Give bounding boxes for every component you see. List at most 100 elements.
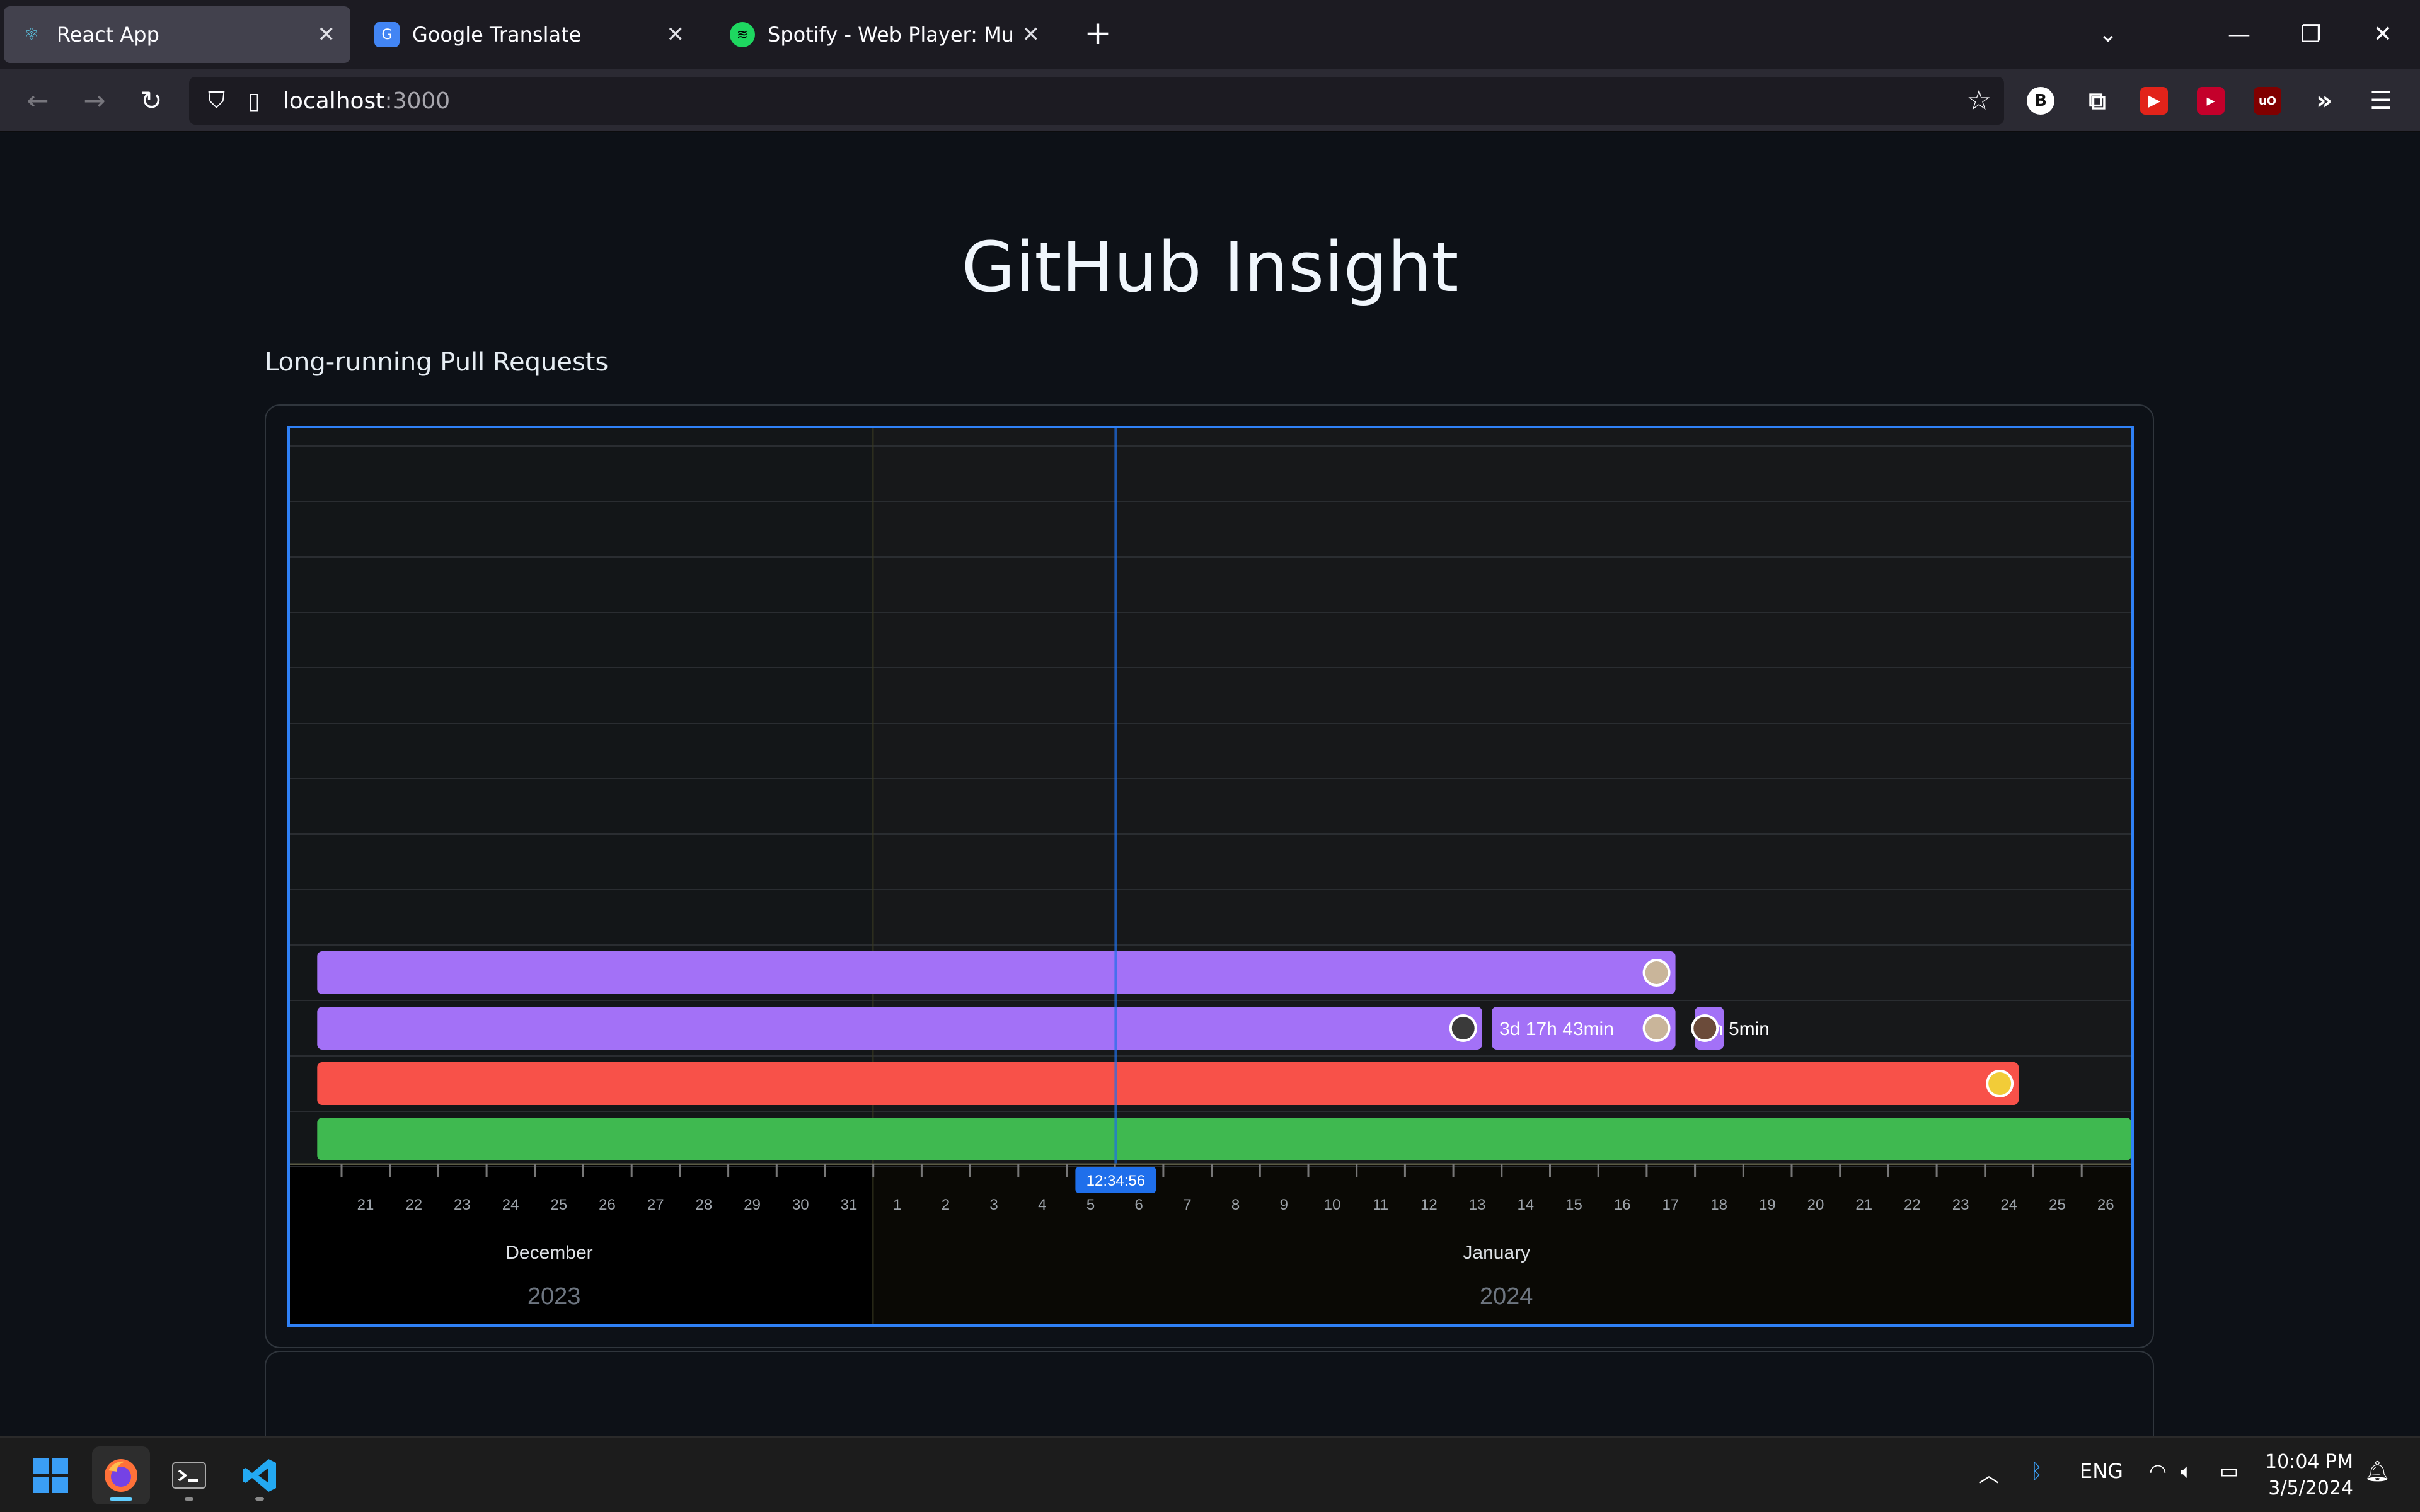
day-label-28: 18	[1710, 1196, 1727, 1213]
pr-bar-pr-6[interactable]	[317, 1118, 2131, 1160]
day-label-14: 4	[1038, 1196, 1046, 1213]
windows-taskbar: ︿ ᛒ ENG ◠ 🔈︎ ▭ 10:04 PM 3/5/2024 🔔︎	[0, 1436, 2420, 1512]
spotify-icon: ≋	[730, 22, 755, 47]
language-indicator[interactable]: ENG	[2080, 1459, 2123, 1483]
extension-b-icon[interactable]: B	[2027, 87, 2054, 115]
system-clock[interactable]: 10:04 PM 3/5/2024	[2265, 1449, 2353, 1502]
url-host: localhost	[282, 88, 385, 114]
day-label-17: 7	[1183, 1196, 1191, 1213]
day-label-19: 9	[1280, 1196, 1288, 1213]
browser-nav-bar: ← → ↻ ⛉ ▯ localhost:3000 ☆ B ⧉ ▶ ▸ uO » …	[0, 69, 2420, 132]
tab-label: Google Translate	[412, 23, 582, 47]
day-label-6: 27	[647, 1196, 664, 1213]
month-label: December	[505, 1242, 592, 1263]
notification-bell-icon[interactable]: 🔔︎	[2365, 1459, 2390, 1483]
react-icon: ⚛	[24, 25, 39, 44]
tab-label: React App	[57, 23, 159, 47]
pr-timeline[interactable]: 3d 17h 43min 3h 5min 21 22 23 24 25 26 27 28 29 30 3…	[287, 426, 2134, 1327]
firefox-icon[interactable]	[92, 1446, 150, 1504]
day-label-1: 22	[405, 1196, 422, 1213]
year-label: 2023	[527, 1283, 581, 1310]
wifi-icon[interactable]: ◠	[2149, 1459, 2167, 1483]
back-button[interactable]: ←	[19, 82, 57, 120]
close-tab-icon[interactable]: ✕	[667, 22, 685, 47]
windows-start-icon[interactable]	[21, 1446, 79, 1504]
restore-button[interactable]: ❐	[2289, 13, 2333, 57]
shield-icon[interactable]: ⛉	[208, 88, 225, 114]
bluetooth-icon[interactable]: ᛒ	[2031, 1459, 2043, 1483]
day-label-10: 31	[841, 1196, 858, 1213]
day-label-25: 15	[1565, 1196, 1582, 1213]
tab-google-translate[interactable]: G Google Translate ✕	[359, 6, 700, 63]
timeline-chart[interactable]: 3d 17h 43min 3h 5min21 22 23 24 25 26 27 28 29 30 3…	[290, 428, 2131, 1324]
day-label-12: 2	[942, 1196, 950, 1213]
day-label-4: 25	[550, 1196, 567, 1213]
day-label-24: 14	[1517, 1196, 1534, 1213]
avatar-yellow[interactable]	[1988, 1072, 2012, 1095]
google-translate-icon: G	[374, 22, 400, 47]
more-tools-icon[interactable]: »	[2310, 86, 2338, 115]
day-label-33: 23	[1952, 1196, 1969, 1213]
day-label-30: 20	[1807, 1196, 1824, 1213]
day-label-16: 6	[1135, 1196, 1143, 1213]
day-label-21: 11	[1373, 1196, 1388, 1213]
day-label-27: 17	[1662, 1196, 1680, 1213]
day-label-35: 25	[2049, 1196, 2066, 1213]
list-all-tabs-icon[interactable]: ⌄	[2086, 13, 2130, 57]
youtube-extension-icon[interactable]: ▶	[2140, 87, 2168, 115]
plot-bg-january	[873, 428, 2131, 1164]
avatar-man-dark[interactable]	[1451, 1017, 1475, 1040]
day-label-34: 24	[2000, 1196, 2017, 1213]
terminal-icon[interactable]	[160, 1446, 218, 1504]
pr-duration-label: 3d 17h 43min	[1499, 1019, 1614, 1040]
year-label: 2024	[1480, 1283, 1533, 1310]
vscode-icon[interactable]	[231, 1446, 289, 1504]
pr-bar-pr-1[interactable]	[317, 951, 1676, 994]
avatar-small[interactable]	[1693, 1017, 1717, 1040]
day-label-20: 10	[1324, 1196, 1341, 1213]
browser-tab-bar: ⚛ React App ✕ G Google Translate ✕ ≋ Spo…	[0, 0, 2420, 69]
url-port: :3000	[384, 88, 451, 114]
close-tab-icon[interactable]: ✕	[318, 22, 336, 47]
volume-icon[interactable]: 🔈︎	[2181, 1459, 2192, 1484]
day-label-32: 22	[1904, 1196, 1921, 1213]
pr-bar-pr-2[interactable]	[317, 1007, 1482, 1050]
close-window-button[interactable]: ✕	[2361, 13, 2405, 57]
day-label-26: 16	[1614, 1196, 1631, 1213]
day-label-5: 26	[599, 1196, 616, 1213]
media-extension-icon[interactable]: ▸	[2197, 87, 2225, 115]
reload-button[interactable]: ↻	[132, 82, 170, 120]
day-label-23: 13	[1469, 1196, 1486, 1213]
tab-spotify[interactable]: ≋ Spotify - Web Player: Music for ✕	[715, 6, 1055, 63]
day-label-29: 19	[1759, 1196, 1776, 1213]
url-bar[interactable]: ⛉ ▯ localhost:3000 ☆	[189, 77, 2004, 125]
day-label-13: 3	[989, 1196, 998, 1213]
time-marker-label: 12:34:56	[1086, 1172, 1145, 1189]
new-tab-button[interactable]: +	[1079, 16, 1117, 54]
forward-button[interactable]: →	[76, 82, 113, 120]
tab-react-app[interactable]: ⚛ React App ✕	[4, 6, 350, 63]
menu-icon[interactable]: ☰	[2367, 86, 2395, 115]
page-title: GitHub Insight	[961, 227, 1459, 307]
pr-bar-pr-5[interactable]	[317, 1062, 2019, 1105]
minimize-button[interactable]: —	[2217, 13, 2261, 57]
chevron-up-icon[interactable]: ︿	[1979, 1459, 1999, 1488]
extensions-puzzle-icon[interactable]: ⧉	[2083, 87, 2111, 115]
ublock-origin-icon[interactable]: uO	[2254, 87, 2281, 115]
day-label-36: 26	[2097, 1196, 2114, 1213]
close-tab-icon[interactable]: ✕	[1022, 22, 1040, 47]
clock-time: 10:04 PM	[2265, 1451, 2353, 1473]
avatar-man-1[interactable]	[1645, 961, 1668, 984]
day-label-15: 5	[1086, 1196, 1095, 1213]
clock-date: 3/5/2024	[2268, 1477, 2353, 1499]
tab-label: Spotify - Web Player: Music for	[768, 23, 1012, 47]
section-title: Long-running Pull Requests	[265, 348, 609, 377]
day-label-3: 24	[502, 1196, 519, 1213]
avatar-man-1[interactable]	[1645, 1017, 1668, 1040]
day-label-11: 1	[893, 1196, 901, 1213]
month-label: January	[1463, 1242, 1530, 1263]
day-label-0: 21	[357, 1196, 374, 1213]
day-label-18: 8	[1231, 1196, 1240, 1213]
battery-icon[interactable]: ▭	[2220, 1459, 2238, 1483]
bookmark-star-icon[interactable]: ☆	[1967, 84, 1991, 117]
